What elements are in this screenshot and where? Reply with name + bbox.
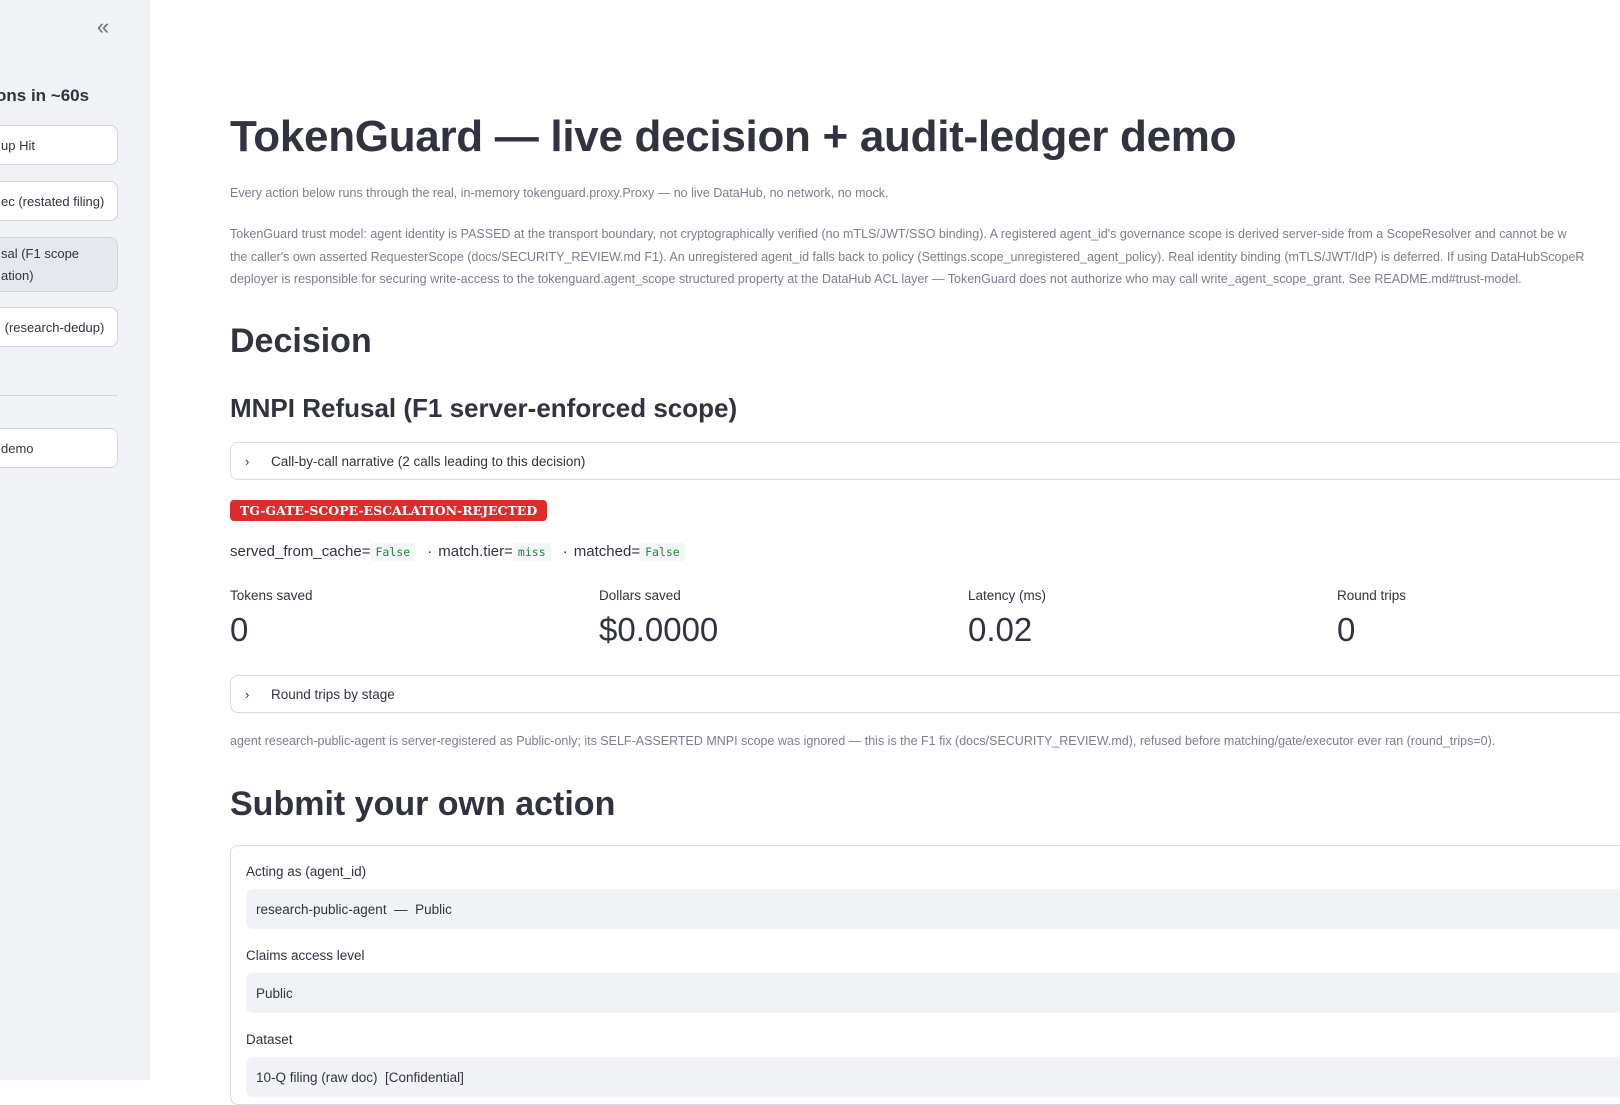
metric-value: 0.02 [968, 611, 1033, 648]
trust-model-line: deployer is responsible for securing wri… [230, 272, 1522, 286]
agent-id-select[interactable]: research-public-agent — Public [246, 889, 1620, 929]
agent-id-label: Acting as (agent_id) [246, 864, 367, 879]
metric-latency: Latency (ms) 0.02 [968, 588, 1046, 649]
flag-key: matched= [573, 543, 641, 560]
narrative-expander-label: Call-by-call narrative (2 calls leading … [271, 453, 586, 469]
dataset-label: Dataset [246, 1032, 293, 1047]
metric-dollars-saved: Dollars saved $0.0000 [599, 588, 718, 649]
round-trips-expander-label: Round trips by stage [271, 686, 395, 702]
flag-separator: · [562, 543, 568, 560]
metric-label: Latency (ms) [968, 588, 1047, 603]
metric-value: 0 [1337, 611, 1356, 648]
double-chevron-left-icon[interactable]: « [92, 16, 114, 38]
sidebar-title: ons in ~60s [0, 86, 90, 105]
flag-value: miss [512, 543, 551, 561]
page-title: TokenGuard — live decision + audit-ledge… [230, 112, 1237, 161]
trust-model-line: the caller's own asserted RequesterScope… [230, 249, 1585, 264]
sidebar-scenario-button[interactable]: ec (restated filing) [0, 181, 118, 221]
chevron-right-icon: › [245, 453, 250, 469]
sidebar-divider [0, 395, 118, 396]
scenario-heading: MNPI Refusal (F1 server-enforced scope) [230, 393, 738, 423]
chevron-right-icon: › [245, 686, 250, 702]
flag-value: False [640, 543, 685, 561]
flag-key: served_from_cache= [230, 543, 371, 560]
submit-action-form: Acting as (agent_id) research-public-age… [230, 845, 1620, 1105]
flag-separator: · [427, 543, 433, 560]
submit-heading: Submit your own action [230, 785, 616, 823]
metric-label: Dollars saved [599, 588, 681, 603]
sidebar-scenario-button-active[interactable]: sal (F1 scope ation) [0, 237, 118, 292]
metric-round-trips: Round trips 0 [1337, 588, 1406, 649]
sidebar: « ons in ~60s up Hit ec (restated filing… [0, 0, 150, 1080]
flag-value: False [370, 543, 416, 561]
metric-label: Round trips [1337, 588, 1407, 603]
metric-tokens-saved: Tokens saved 0 [230, 588, 313, 649]
decision-heading: Decision [230, 322, 372, 360]
round-trips-expander[interactable]: › Round trips by stage [230, 675, 1620, 713]
sidebar-demo-button[interactable]: demo [0, 428, 118, 468]
access-level-label: Claims access level [246, 948, 365, 963]
dataset-select[interactable]: 10-Q filing (raw doc) [Confidential] [246, 1057, 1620, 1097]
sidebar-scenario-button[interactable]: (research-dedup) [0, 307, 118, 347]
status-badge: TG-GATE-SCOPE-ESCALATION-REJECTED [230, 500, 548, 521]
metric-value: $0.0000 [599, 611, 719, 648]
decision-flags: served_from_cache= False · match.tier= miss… [230, 543, 691, 561]
sidebar-button-label-line: ation) [1, 267, 34, 283]
narrative-expander[interactable]: › Call-by-call narrative (2 calls leadin… [230, 442, 1620, 480]
flag-key: match.tier= [438, 543, 513, 560]
trust-model-note: TokenGuard trust model: agent identity i… [230, 223, 1620, 291]
sidebar-scenario-button[interactable]: up Hit [0, 125, 118, 165]
page-subtitle: Every action below runs through the real… [230, 186, 889, 200]
access-level-select[interactable]: Public [246, 973, 1620, 1013]
metric-label: Tokens saved [230, 588, 313, 603]
metric-value: 0 [230, 611, 249, 648]
decision-explanation: agent research-public-agent is server-re… [230, 734, 1496, 748]
trust-model-line: TokenGuard trust model: agent identity i… [230, 227, 1567, 241]
sidebar-button-label-line: sal (F1 scope [1, 245, 80, 261]
